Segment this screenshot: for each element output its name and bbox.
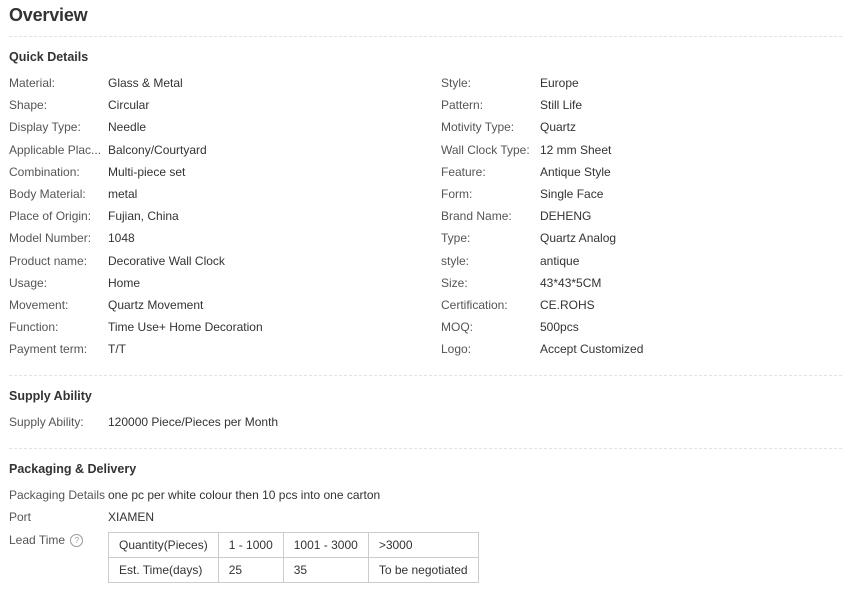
detail-label: Product name: [9,254,88,268]
detail-value: Still Life [540,98,583,112]
port-label: Port [9,510,32,524]
detail-label: Certification: [441,298,508,312]
lead-time-cell: 1 - 1000 [217,532,284,558]
detail-value: Circular [108,98,150,112]
detail-label: Form: [441,187,473,201]
detail-value: Needle [108,120,147,134]
detail-label: Size: [441,276,468,290]
detail-label: Shape: [9,98,48,112]
detail-label: Pattern: [441,98,484,112]
detail-label: Motivity Type: [441,120,515,134]
detail-label: Display Type: [9,120,81,134]
detail-value: Antique Style [540,165,611,179]
lead-time-table: Quantity(Pieces) 1 - 1000 1001 - 3000 >3000… [108,532,479,583]
supply-ability-label: Supply Ability: [9,415,84,429]
divider [9,375,842,376]
detail-label: Payment term: [9,342,88,356]
detail-label: Usage: [9,276,48,290]
lead-time-cell: 25 [217,557,284,583]
supply-ability-value: 120000 Piece/Pieces per Month [108,415,279,429]
lead-time-table-row: Quantity(Pieces) 1 - 1000 1001 - 3000 >3000 [108,532,479,558]
lead-time-cell: To be negotiated [367,557,479,583]
supply-ability-title: Supply Ability [9,389,92,403]
detail-value: Home [108,276,141,290]
packaging-details-label: Packaging Details [9,488,106,502]
detail-label: Body Material: [9,187,86,201]
detail-value: Quartz Movement [108,298,204,312]
detail-value: Quartz Analog [540,231,617,245]
detail-value: 500pcs [540,320,579,334]
detail-value: 1048 [108,231,135,245]
port-value: XIAMEN [108,510,155,524]
detail-label: Model Number: [9,231,92,245]
detail-label: Applicable Plac... [9,143,102,157]
detail-label: Style: [441,76,472,90]
detail-label: Feature: [441,165,486,179]
detail-value: Decorative Wall Clock [108,254,225,268]
detail-value: 43*43*5CM [540,276,602,290]
question-mark-icon[interactable]: ? [70,534,84,548]
lead-time-cell: Est. Time(days) [108,557,219,583]
detail-label: style: [441,254,470,268]
lead-time-cell: >3000 [367,532,479,558]
quick-details-title: Quick Details [9,50,89,64]
divider [9,448,842,449]
detail-value: Time Use+ Home Decoration [108,320,263,334]
detail-value: Glass & Metal [108,76,183,90]
detail-value: DEHENG [540,209,592,223]
overview-title: Overview [9,5,88,25]
detail-value: Accept Customized [540,342,644,356]
packaging-details-value: one pc per white colour then 10 pcs into… [108,488,381,502]
packaging-title: Packaging & Delivery [9,462,137,476]
lead-time-cell: 35 [282,557,369,583]
lead-time-label-wrap: Lead Time ? [9,532,106,548]
detail-value: metal [108,187,138,201]
detail-value: Quartz [540,120,577,134]
detail-value: Single Face [540,187,604,201]
lead-time-cell: 1001 - 3000 [282,532,369,558]
divider [9,36,842,37]
detail-value: Multi-piece set [108,165,186,179]
detail-value: Europe [540,76,579,90]
detail-label: Function: [9,320,59,334]
lead-time-cell: Quantity(Pieces) [108,532,219,558]
detail-value: antique [540,254,580,268]
detail-value: 12 mm Sheet [540,143,612,157]
lead-time-table-row: Est. Time(days) 25 35 To be negotiated [108,557,479,583]
detail-value: CE.ROHS [540,298,595,312]
detail-label: Material: [9,76,56,90]
detail-label: Place of Origin: [9,209,92,223]
detail-value: T/T [108,342,126,356]
detail-label: MOQ: [441,320,473,334]
detail-label: Type: [441,231,471,245]
detail-label: Wall Clock Type: [441,143,530,157]
detail-value: Balcony/Courtyard [108,143,207,157]
detail-label: Brand Name: [441,209,512,223]
detail-label: Combination: [9,165,80,179]
detail-value: Fujian, China [108,209,179,223]
detail-label: Logo: [441,342,472,356]
lead-time-label: Lead Time [9,533,66,547]
detail-label: Movement: [9,298,69,312]
